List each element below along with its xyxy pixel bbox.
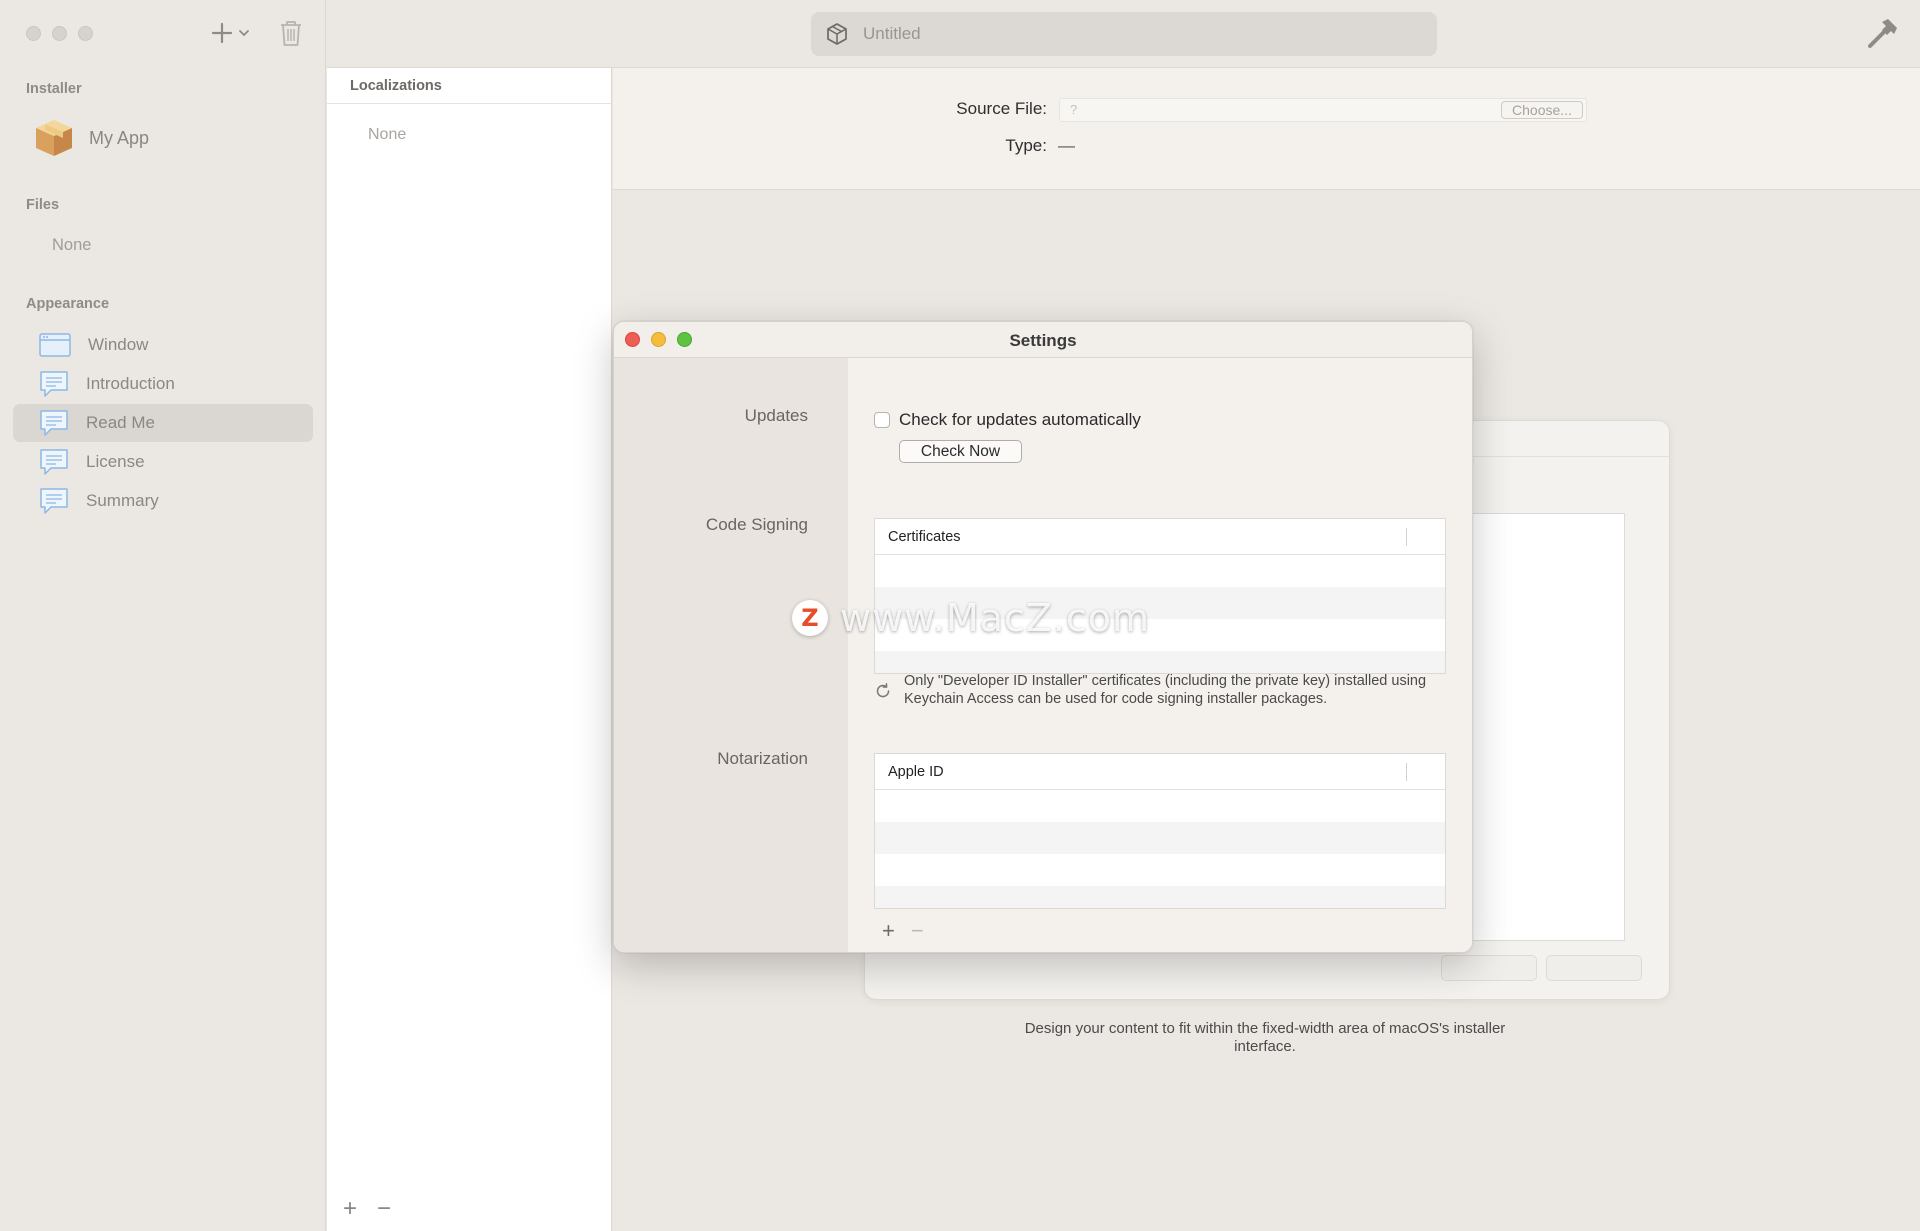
type-label: Type: [1005,136,1047,155]
watermark-text: www.MacZ.com [840,596,1151,640]
apple-id-column-header[interactable]: Apple ID [875,754,1445,790]
auto-update-label: Check for updates automatically [899,410,1141,429]
watermark-logo-icon: Z [792,600,828,636]
settings-labels-column: Updates Code Signing Notarization [614,358,848,952]
sidebar-item-license[interactable]: License [13,443,313,481]
delete-button[interactable] [278,18,304,48]
settings-title: Settings [1009,331,1077,350]
app-name: My App [89,127,150,148]
localizations-header: Localizations [327,68,611,104]
file-info-panel: Source File: ? Choose... Type: — [613,68,1920,190]
table-row[interactable] [875,822,1445,854]
check-now-button[interactable]: Check Now [899,440,1022,463]
sidebar-item-label: Window [88,335,149,354]
app-row[interactable]: My App [33,118,149,158]
apple-id-footer: + − [882,918,924,944]
add-icon [211,22,233,44]
refresh-icon[interactable] [874,682,892,700]
minimize-window-button[interactable] [52,26,67,41]
toolbar: Untitled [327,0,1920,68]
choose-button[interactable]: Choose... [1501,101,1583,119]
table-row[interactable] [875,854,1445,886]
table-row[interactable] [875,555,1445,587]
speech-bubble-icon [40,410,68,436]
sidebar-item-label: Introduction [86,374,175,393]
document-title-field[interactable]: Untitled [811,12,1437,56]
preview-back-button [1441,955,1537,981]
installer-section-header: Installer [26,81,82,97]
type-value: — [1058,136,1075,155]
table-row[interactable] [875,886,1445,908]
settings-titlebar: Settings [614,322,1472,358]
code-signing-label: Code Signing [705,515,808,534]
build-button[interactable] [1866,16,1900,55]
files-empty-label: None [52,236,92,254]
design-note: Design your content to fit within the fi… [1024,1020,1506,1055]
appearance-section-header: Appearance [26,296,110,312]
notarization-label: Notarization [717,749,808,768]
document-title: Untitled [863,24,921,43]
add-apple-id-button[interactable]: + [882,918,895,944]
source-file-label: Source File: [956,99,1047,118]
watermark: Z www.MacZ.com [792,596,1150,640]
window-controls [26,26,93,41]
add-menu-button[interactable] [210,16,260,50]
auto-update-option[interactable]: Check for updates automatically [874,410,1141,430]
sidebar-item-summary[interactable]: Summary [13,482,313,520]
table-row[interactable] [875,651,1445,673]
localizations-empty-label: None [368,126,407,143]
localizations-panel: Localizations None + − [327,68,612,1231]
watermark-logo-letter: Z [801,604,819,632]
remove-localization-button[interactable]: − [377,1195,391,1223]
settings-content-column: Check for updates automatically Check No… [848,358,1472,952]
auto-update-checkbox[interactable] [874,412,890,428]
zoom-window-button[interactable] [78,26,93,41]
sidebar-item-read-me[interactable]: Read Me [13,404,313,442]
add-localization-button[interactable]: + [343,1195,357,1223]
close-window-button[interactable] [26,26,41,41]
preview-continue-button [1546,955,1642,981]
sidebar: Installer My App Files None Appearance W… [0,0,326,1231]
speech-bubble-icon [40,488,68,514]
sidebar-item-introduction[interactable]: Introduction [13,365,313,403]
code-signing-note: Only "Developer ID Installer" certificat… [874,672,1446,708]
column-separator [1406,763,1407,781]
hammer-icon [1868,19,1897,48]
table-row[interactable] [875,790,1445,822]
apple-id-header-label: Apple ID [888,764,944,780]
chevron-down-icon [239,30,249,37]
localizations-footer: + − [343,1195,391,1223]
certificates-header-label: Certificates [888,529,961,545]
remove-apple-id-button[interactable]: − [911,918,924,944]
source-file-placeholder: ? [1070,102,1078,117]
code-signing-note-text: Only "Developer ID Installer" certificat… [904,673,1427,707]
certificates-column-header[interactable]: Certificates [875,519,1445,555]
sidebar-item-label: Read Me [86,413,155,432]
package-icon [827,23,847,45]
window-icon [39,333,71,357]
source-file-field[interactable]: ? Choose... [1059,98,1587,122]
apple-id-table[interactable]: Apple ID [874,753,1446,909]
speech-bubble-icon [40,371,68,397]
sidebar-item-label: License [86,452,145,471]
sidebar-item-label: Summary [86,491,159,510]
sidebar-item-window[interactable]: Window [13,326,313,364]
files-section-header: Files [26,197,60,213]
updates-label: Updates [744,406,808,425]
trash-icon [281,21,301,46]
speech-bubble-icon [40,449,68,475]
column-separator [1406,528,1407,546]
package-box-icon [33,118,75,158]
